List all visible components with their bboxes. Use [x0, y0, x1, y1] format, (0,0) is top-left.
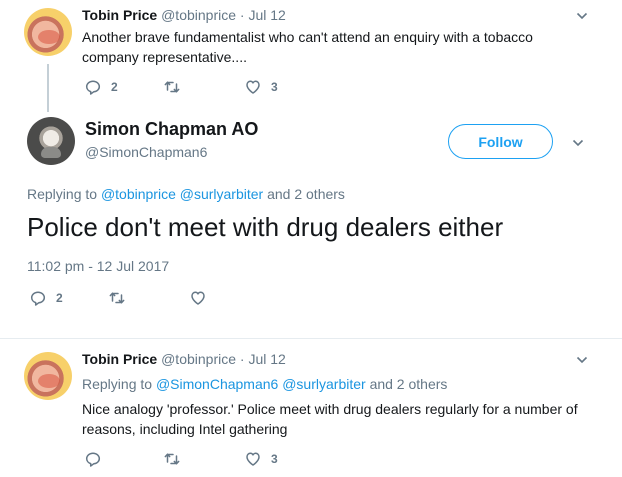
retweet-icon	[163, 450, 181, 468]
like-count: 3	[271, 80, 278, 94]
tweet3-header: Tobin Price @tobinprice · Jul 12	[82, 351, 286, 367]
replying-to: Replying to @tobinprice @surlyarbiter an…	[27, 186, 345, 202]
tweet-date[interactable]: Jul 12	[248, 7, 285, 23]
retweet-icon	[163, 78, 181, 96]
tweet1-header: Tobin Price @tobinprice · Jul 12	[82, 7, 286, 23]
mention-link[interactable]: @tobinprice	[101, 186, 176, 202]
tweet-text: Police don't meet with drug dealers eith…	[27, 212, 504, 242]
replying-to-label: Replying to	[27, 186, 98, 202]
avatar[interactable]	[24, 352, 72, 400]
reply-button[interactable]: 2	[29, 289, 63, 307]
thread-connector	[47, 64, 49, 112]
chevron-down-icon[interactable]	[576, 354, 588, 366]
heart-icon	[189, 289, 207, 307]
heart-icon	[244, 78, 262, 96]
others-link[interactable]: and 2 others	[267, 186, 345, 202]
like-button[interactable]	[189, 289, 207, 307]
follow-button[interactable]: Follow	[448, 124, 553, 159]
tweet-date[interactable]: Jul 12	[248, 351, 285, 367]
like-count: 3	[271, 452, 278, 466]
divider	[0, 338, 622, 339]
retweet-button[interactable]	[108, 289, 126, 307]
separator-dot: ·	[239, 351, 245, 367]
heart-icon	[244, 450, 262, 468]
replying-to: Replying to @SimonChapman6 @surlyarbiter…	[82, 376, 447, 392]
tweet-timestamp[interactable]: 11:02 pm - 12 Jul 2017	[27, 258, 169, 274]
avatar[interactable]	[24, 8, 72, 56]
author-handle[interactable]: @tobinprice	[161, 351, 236, 367]
like-button[interactable]: 3	[244, 450, 278, 468]
author-name[interactable]: Tobin Price	[82, 7, 157, 23]
reply-count: 2	[111, 80, 118, 94]
chevron-down-icon[interactable]	[572, 137, 584, 149]
reply-button[interactable]	[84, 450, 102, 468]
tweet-text: Nice analogy 'professor.' Police meet wi…	[82, 401, 578, 437]
retweet-button[interactable]	[163, 450, 181, 468]
reply-button[interactable]: 2	[84, 78, 118, 96]
mention-link[interactable]: @surlyarbiter	[180, 186, 263, 202]
retweet-button[interactable]	[163, 78, 181, 96]
author-handle[interactable]: @tobinprice	[161, 7, 236, 23]
reply-icon	[84, 78, 102, 96]
mention-link[interactable]: @surlyarbiter	[282, 376, 365, 392]
mention-link[interactable]: @SimonChapman6	[156, 376, 278, 392]
reply-icon	[29, 289, 47, 307]
reply-count: 2	[56, 291, 63, 305]
reply-icon	[84, 450, 102, 468]
avatar[interactable]	[27, 117, 75, 165]
author-name[interactable]: Tobin Price	[82, 351, 157, 367]
others-link[interactable]: and 2 others	[370, 376, 448, 392]
retweet-icon	[108, 289, 126, 307]
chevron-down-icon[interactable]	[576, 10, 588, 22]
like-button[interactable]: 3	[244, 78, 278, 96]
tweet-text: Another brave fundamentalist who can't a…	[82, 29, 533, 65]
author-name[interactable]: Simon Chapman AO	[85, 119, 258, 140]
author-handle[interactable]: @SimonChapman6	[85, 144, 207, 160]
separator-dot: ·	[239, 7, 245, 23]
replying-to-label: Replying to	[82, 376, 153, 392]
